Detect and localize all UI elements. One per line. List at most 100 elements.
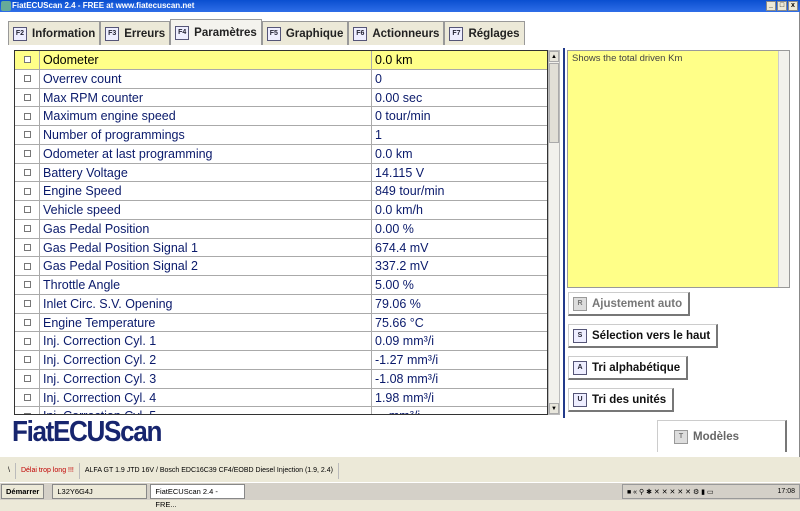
minimize-button[interactable]: _ — [766, 1, 776, 11]
tab-graphique[interactable]: F5 Graphique — [261, 21, 349, 45]
param-value: -1.08 mm³/i — [375, 371, 439, 386]
auto-adjust-button[interactable]: R Ajustement auto — [568, 292, 691, 316]
param-name: Vehicle speed — [40, 201, 372, 219]
tab-label: Information — [32, 27, 96, 40]
param-name: Odometer at last programming — [40, 144, 372, 163]
table-row[interactable]: Maximum engine speed 0 tour/min — [15, 107, 547, 126]
param-value: 0.00 % — [375, 221, 414, 236]
row-checkbox[interactable] — [15, 107, 40, 125]
row-checkbox[interactable] — [15, 163, 40, 182]
table-row[interactable]: Inj. Correction Cyl. 2 -1.27 mm³/i — [15, 351, 547, 370]
table-row[interactable]: Odometer 0.0 km — [15, 51, 547, 70]
row-checkbox[interactable] — [15, 238, 40, 257]
key-badge: T — [674, 429, 688, 444]
status-vehicle: ALFA GT 1.9 JTD 16V / Bosch EDC16C39 CF4… — [80, 463, 339, 479]
tab-label: Actionneurs — [372, 27, 440, 40]
table-row[interactable]: Vehicle speed 0.0 km/h — [15, 201, 547, 220]
table-row[interactable]: Inj. Correction Cyl. 3 -1.08 mm³/i — [15, 369, 547, 389]
param-name: Inj. Correction Cyl. 1 — [40, 332, 372, 350]
table-row[interactable]: Inlet Circ. S.V. Opening 79.06 % — [15, 294, 547, 314]
tab-erreurs[interactable]: F3 Erreurs — [100, 21, 171, 45]
row-checkbox[interactable] — [15, 88, 40, 107]
models-button[interactable]: T Modèles — [657, 420, 787, 452]
right-panel: Shows the total driven Km R Ajustement au… — [563, 48, 790, 418]
param-name: Max RPM counter — [40, 88, 372, 107]
key-badge: F3 — [105, 26, 120, 41]
table-row[interactable]: Number of programmings 1 — [15, 126, 547, 145]
key-badge: R — [573, 296, 587, 311]
row-checkbox[interactable] — [15, 294, 40, 313]
scroll-up-arrow[interactable]: ▲ — [549, 51, 559, 62]
scroll-thumb[interactable] — [549, 63, 559, 143]
select-up-button[interactable]: S Sélection vers le haut — [568, 324, 719, 348]
param-value: 1.98 mm³/i — [375, 390, 435, 405]
start-button[interactable]: Démarrer — [1, 484, 45, 499]
param-name: Overrev count — [40, 69, 372, 88]
row-checkbox[interactable] — [15, 276, 40, 294]
param-name: Inj. Correction Cyl. 2 — [40, 351, 372, 369]
scroll-down-arrow[interactable]: ▼ — [549, 403, 559, 414]
param-name: Maximum engine speed — [40, 107, 372, 125]
table-row[interactable]: Engine Speed 849 tour/min — [15, 182, 547, 201]
param-value: 0.0 km — [375, 146, 413, 161]
status-sep: \ — [0, 463, 16, 479]
table-row[interactable]: Inj. Correction Cyl. 5... mm³/i — [15, 407, 547, 414]
table-row[interactable]: Inj. Correction Cyl. 1 0.09 mm³/i — [15, 332, 547, 351]
param-value: 0 — [375, 71, 382, 86]
tab-label: Réglages — [468, 27, 520, 40]
tab-réglages[interactable]: F7 Réglages — [444, 21, 525, 45]
tab-information[interactable]: F2 Information — [8, 21, 101, 45]
table-row[interactable]: Max RPM counter 0.00 sec — [15, 88, 547, 108]
param-value: ... mm³/i — [372, 407, 547, 414]
tab-actionneurs[interactable]: F6 Actionneurs — [348, 21, 445, 45]
table-row[interactable]: Gas Pedal Position Signal 1 674.4 mV — [15, 238, 547, 258]
row-checkbox[interactable] — [15, 51, 40, 69]
description-scrollbar[interactable] — [778, 51, 789, 287]
row-checkbox[interactable] — [15, 182, 40, 200]
row-checkbox[interactable] — [15, 69, 40, 88]
table-row[interactable]: Battery Voltage 14.115 V — [15, 163, 547, 183]
param-name: Engine Speed — [40, 182, 372, 200]
button-label: Tri des unités — [592, 393, 667, 406]
param-value: 5.00 % — [375, 278, 414, 292]
row-checkbox[interactable] — [15, 219, 40, 238]
key-badge: F4 — [175, 25, 190, 40]
system-tray: ■ « ⚲ ✱ ✕ ✕ ✕ ✕ ✕ ⚙ ▮ ▭ 17:08 — [622, 484, 800, 499]
param-name: Engine Temperature — [40, 313, 372, 332]
taskbar-item-active[interactable]: FiatECUScan 2.4 - FRE... — [150, 484, 246, 509]
table-row[interactable]: Gas Pedal Position Signal 2 337.2 mV — [15, 257, 547, 276]
row-checkbox[interactable] — [15, 126, 40, 144]
table-row[interactable]: Odometer at last programming 0.0 km — [15, 144, 547, 164]
param-name: Inj. Correction Cyl. 3 — [40, 369, 372, 388]
description-text: Shows the total driven Km — [572, 53, 683, 64]
tab-paramètres[interactable]: F4 Paramètres — [170, 19, 262, 45]
main-window: F2 Information F3 Erreurs F4 Paramètres F5 Grap… — [0, 12, 800, 457]
row-checkbox[interactable] — [15, 257, 40, 275]
table-row[interactable]: Gas Pedal Position 0.00 % — [15, 219, 547, 239]
key-badge: U — [573, 392, 587, 407]
table-row[interactable]: Overrev count 0 — [15, 69, 547, 89]
row-checkbox[interactable] — [15, 332, 40, 350]
sort-units-button[interactable]: U Tri des unités — [568, 388, 675, 412]
table-row[interactable]: Inj. Correction Cyl. 4 1.98 mm³/i — [15, 388, 547, 408]
param-value: -1.27 mm³/i — [375, 353, 439, 367]
table-row[interactable]: Engine Temperature 75.66 °C — [15, 313, 547, 333]
row-checkbox[interactable] — [15, 201, 40, 219]
taskbar-item[interactable]: L32Y6G4J — [52, 484, 148, 499]
param-name: Battery Voltage — [40, 163, 372, 182]
app-icon — [1, 1, 11, 11]
param-name: Gas Pedal Position — [40, 219, 372, 238]
table-scrollbar[interactable]: ▲ ▼ — [548, 50, 560, 415]
close-button[interactable]: x — [788, 1, 798, 11]
param-value: 0 tour/min — [375, 109, 431, 124]
table-row[interactable]: Throttle Angle 5.00 % — [15, 276, 547, 295]
param-value: 849 tour/min — [375, 184, 445, 199]
row-checkbox[interactable] — [15, 144, 40, 163]
row-checkbox[interactable] — [15, 388, 40, 407]
row-checkbox[interactable] — [15, 407, 40, 414]
row-checkbox[interactable] — [15, 369, 40, 388]
sort-alpha-button[interactable]: A Tri alphabétique — [568, 356, 689, 380]
row-checkbox[interactable] — [15, 351, 40, 369]
row-checkbox[interactable] — [15, 313, 40, 332]
maximize-button[interactable]: □ — [777, 1, 787, 11]
